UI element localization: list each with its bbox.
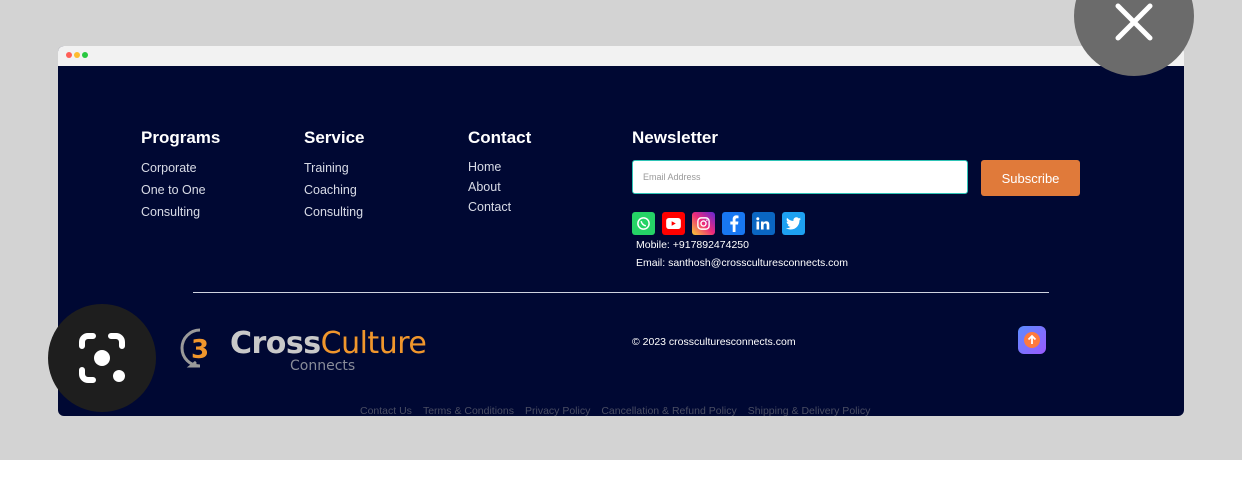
window-titlebar bbox=[58, 46, 1184, 66]
newsletter-email-input[interactable] bbox=[632, 160, 968, 194]
footer-contact-column: Contact Home About Contact bbox=[468, 128, 531, 217]
facebook-icon[interactable] bbox=[722, 212, 745, 235]
contact-link-contact[interactable]: Contact bbox=[468, 197, 531, 217]
contact-heading: Contact bbox=[468, 128, 532, 147]
scroll-to-top-button[interactable] bbox=[1018, 326, 1046, 354]
linkedin-icon[interactable] bbox=[752, 212, 775, 235]
close-overlay-button[interactable] bbox=[1074, 0, 1194, 76]
programs-link-corporate[interactable]: Corporate bbox=[141, 157, 220, 179]
policy-link-privacy[interactable]: Privacy Policy bbox=[525, 405, 590, 416]
programs-link-one-to-one[interactable]: One to One bbox=[141, 179, 220, 201]
service-heading: Service bbox=[304, 128, 365, 147]
contact-link-about[interactable]: About bbox=[468, 177, 531, 197]
social-links bbox=[632, 212, 805, 235]
policy-link-contact-us[interactable]: Contact Us bbox=[360, 405, 412, 416]
arrow-up-icon bbox=[1024, 332, 1040, 348]
footer-policy-links: Contact Us Terms & Conditions Privacy Po… bbox=[360, 405, 870, 416]
logo-mark-icon: 3 bbox=[180, 328, 209, 368]
newsletter-heading: Newsletter bbox=[632, 128, 718, 147]
minimize-window-dot[interactable] bbox=[74, 52, 80, 58]
footer-service-column: Service Training Coaching Consulting bbox=[304, 128, 365, 223]
service-link-coaching[interactable]: Coaching bbox=[304, 179, 365, 201]
close-icon bbox=[1115, 3, 1153, 41]
policy-link-refund[interactable]: Cancellation & Refund Policy bbox=[601, 405, 736, 416]
programs-link-consulting[interactable]: Consulting bbox=[141, 201, 220, 223]
svg-text:3: 3 bbox=[191, 335, 209, 365]
copyright-text: © 2023 crossculturesconnects.com bbox=[632, 336, 796, 348]
footer-divider bbox=[193, 292, 1049, 293]
footer-programs-column: Programs Corporate One to One Consulting bbox=[141, 128, 220, 223]
camera-search-icon bbox=[79, 333, 125, 383]
policy-link-terms[interactable]: Terms & Conditions bbox=[423, 405, 514, 416]
contact-mobile: Mobile: +917892474250 bbox=[636, 239, 749, 251]
instagram-icon[interactable] bbox=[692, 212, 715, 235]
lens-camera-button[interactable] bbox=[48, 304, 156, 412]
browser-window: Programs Corporate One to One Consulting… bbox=[58, 46, 1184, 416]
service-link-training[interactable]: Training bbox=[304, 157, 365, 179]
subscribe-button[interactable]: Subscribe bbox=[981, 160, 1080, 196]
policy-link-shipping[interactable]: Shipping & Delivery Policy bbox=[748, 405, 871, 416]
contact-email: Email: santhosh@crossculturesconnects.co… bbox=[636, 257, 848, 269]
maximize-window-dot[interactable] bbox=[82, 52, 88, 58]
logo-text-cross: Cross bbox=[230, 326, 321, 361]
twitter-icon[interactable] bbox=[782, 212, 805, 235]
footer-newsletter-column: Newsletter bbox=[632, 128, 718, 157]
youtube-icon[interactable] bbox=[662, 212, 685, 235]
logo-text: CrossCulture bbox=[230, 326, 427, 361]
logo-text-culture: Culture bbox=[320, 326, 427, 361]
logo-subtitle: Connects bbox=[290, 358, 356, 374]
close-window-dot[interactable] bbox=[66, 52, 72, 58]
programs-heading: Programs bbox=[141, 128, 221, 147]
service-link-consulting[interactable]: Consulting bbox=[304, 201, 365, 223]
whatsapp-icon[interactable] bbox=[632, 212, 655, 235]
contact-link-home[interactable]: Home bbox=[468, 157, 531, 177]
